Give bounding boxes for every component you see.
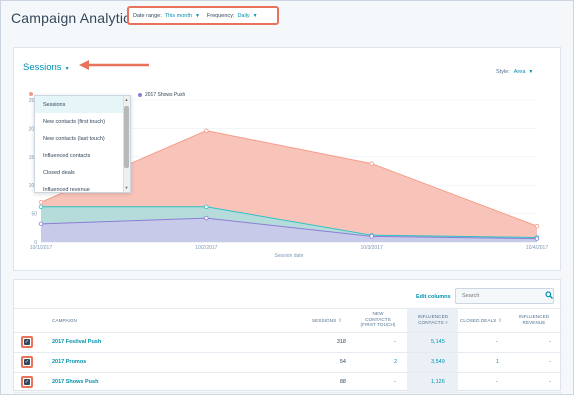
checkmark-icon: ✓ (24, 339, 30, 345)
sort-descending-icon: ▾ (445, 319, 448, 326)
column-header-sessions[interactable]: SESSIONS ⇕ (312, 318, 342, 325)
x-tick-label: 10/1/2017 (30, 245, 52, 251)
divider (14, 372, 562, 373)
sessions-value: 318 (336, 339, 346, 345)
influenced-contacts-value[interactable]: 1,126 (431, 379, 445, 385)
date-range-label: Date range: (133, 12, 162, 19)
dropdown-option[interactable]: Influenced revenue (35, 181, 130, 193)
checkmark-icon: ✓ (24, 379, 30, 385)
new-contacts-value[interactable]: 2 (394, 359, 397, 365)
divider (14, 352, 562, 353)
metric-dropdown-menu: Sessions New contacts (first touch) New co… (34, 95, 131, 193)
row-checkbox[interactable]: ✓ (21, 336, 33, 348)
column-header-campaign[interactable]: CAMPAIGN (52, 318, 77, 324)
search-input[interactable] (455, 288, 554, 304)
sessions-value: 88 (339, 379, 346, 385)
data-point (204, 215, 209, 221)
x-tick-label: 10/4/2017 (526, 245, 548, 251)
chevron-down-icon: ▼ (194, 12, 200, 19)
data-point (534, 223, 540, 229)
sort-icon: ⇕ (497, 318, 503, 324)
closed-deals-value[interactable]: 1 (496, 359, 499, 365)
campaign-name-link[interactable]: 2017 Shows Push (52, 379, 98, 385)
data-point (38, 221, 44, 227)
date-range-filter[interactable]: Date range: This month ▼ (133, 13, 200, 19)
column-header-closed-deals[interactable]: CLOSED DEALS ⇕ (460, 318, 502, 325)
date-range-value[interactable]: This month (165, 13, 192, 19)
dropdown-option[interactable]: Sessions (35, 96, 130, 113)
filters-bar: Date range: This month ▼ Frequency: Dail… (127, 6, 279, 25)
scrollbar-thumb[interactable] (124, 106, 129, 168)
influenced-revenue-value: - (549, 379, 551, 385)
campaign-analytics-page: Campaign Analytics Date range: This mont… (0, 0, 574, 395)
search-icon[interactable] (545, 291, 553, 299)
campaign-name-link[interactable]: 2017 Festival Push (52, 339, 101, 345)
column-header-influenced-revenue[interactable]: INFLUENCED REVENUE (514, 314, 554, 325)
campaign-table-card: Edit columns CAMPAIGN SESSIONS ⇕ NEW CON… (13, 279, 562, 393)
data-point (369, 161, 374, 166)
frequency-value[interactable]: Daily (237, 13, 249, 19)
new-contacts-value: - (394, 339, 396, 345)
data-point (204, 128, 209, 133)
divider (14, 392, 562, 393)
dropdown-option[interactable]: Influenced contacts (35, 147, 130, 164)
x-tick-label: 10/2/2017 (195, 245, 217, 251)
scroll-down-icon[interactable]: ▼ (124, 185, 129, 191)
influenced-revenue-value: - (549, 359, 551, 365)
divider (14, 308, 562, 309)
chevron-down-icon: ▼ (252, 12, 258, 19)
page-title: Campaign Analytics (11, 10, 138, 26)
x-tick-label: 10/3/2017 (361, 245, 383, 251)
dropdown-option[interactable]: New contacts (last touch) (35, 130, 130, 147)
column-header-new-contacts[interactable]: NEW CONTACTS (FIRST TOUCH) (356, 311, 400, 328)
data-point (38, 200, 44, 205)
annotation-arrow-icon (79, 60, 149, 70)
data-point (204, 204, 209, 209)
data-point (369, 234, 374, 239)
chart-card: Sessions ▼ Style: Area ▼ 2017 Shows Push… (13, 47, 561, 271)
sort-icon: ⇕ (337, 318, 342, 324)
closed-deals-value: - (496, 379, 498, 385)
data-point (38, 204, 44, 209)
dropdown-scrollbar[interactable]: ▲ ▼ (123, 96, 130, 192)
new-contacts-value: - (394, 379, 396, 385)
divider (14, 332, 562, 333)
x-axis-label: Session date (275, 253, 304, 259)
column-header-influenced-contacts[interactable]: INFLUENCED CONTACTS ▾ (411, 314, 455, 326)
data-point (534, 236, 540, 241)
campaign-name-link[interactable]: 2017 Promos (52, 359, 86, 365)
dropdown-option[interactable]: Closed deals (35, 164, 130, 181)
dropdown-option[interactable]: New contacts (first touch) (35, 113, 130, 130)
closed-deals-value: - (496, 339, 498, 345)
influenced-contacts-value[interactable]: 5,145 (431, 339, 445, 345)
frequency-label: Frequency: (206, 12, 235, 19)
sessions-value: 54 (339, 359, 346, 365)
row-checkbox[interactable]: ✓ (21, 356, 33, 368)
y-tick-label: 50 (31, 212, 37, 218)
header: Campaign Analytics (11, 7, 138, 29)
row-checkbox[interactable]: ✓ (21, 376, 33, 388)
scroll-up-icon[interactable]: ▲ (124, 97, 129, 103)
influenced-contacts-value[interactable]: 3,549 (431, 359, 445, 365)
influenced-revenue-value: - (549, 339, 551, 345)
frequency-filter[interactable]: Frequency: Daily ▼ (207, 13, 258, 19)
edit-columns-link[interactable]: Edit columns (416, 294, 451, 300)
checkmark-icon: ✓ (24, 359, 30, 365)
